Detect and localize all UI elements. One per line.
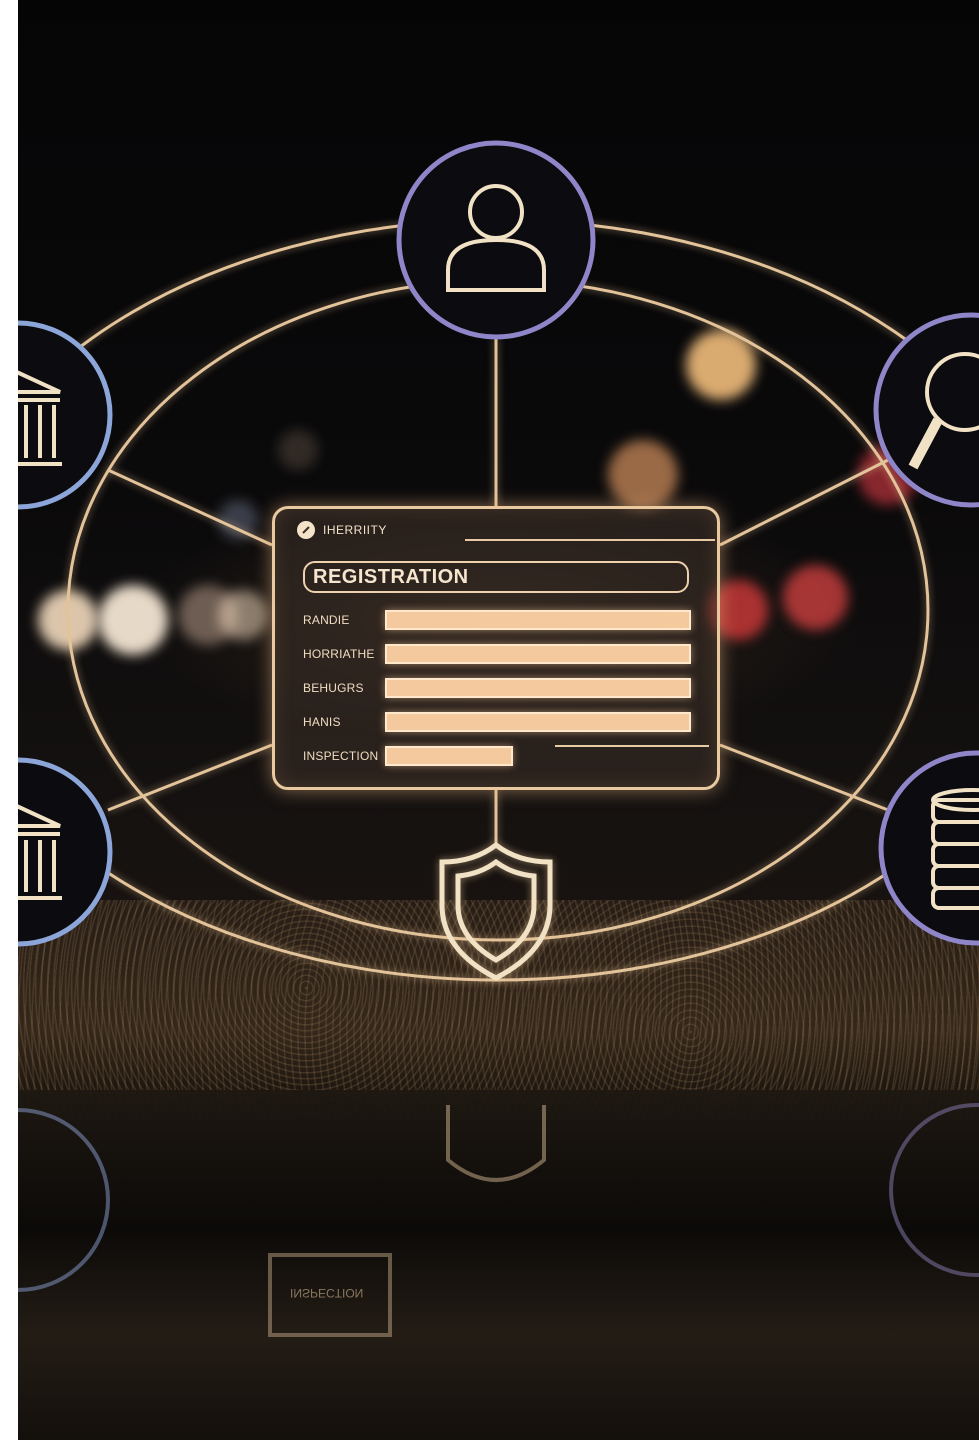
connector-left-bottom — [107, 743, 273, 812]
connector-left-top — [107, 468, 273, 547]
field-row[interactable]: RANDIE — [303, 609, 691, 631]
form-title: REGISTRATION — [303, 561, 689, 593]
field-divider — [555, 745, 709, 747]
field-input[interactable] — [385, 712, 691, 732]
shield-icon[interactable] — [439, 841, 553, 981]
connector-right-top — [719, 458, 889, 547]
panel-header-text: IHERRIITY — [323, 523, 387, 537]
reflections — [18, 1103, 979, 1337]
bank-node-bottom[interactable] — [18, 757, 113, 947]
user-node[interactable] — [396, 140, 596, 340]
field-row[interactable]: HANIS — [303, 711, 691, 733]
connector-right-bottom — [719, 743, 889, 812]
panel-header: IHERRIITY — [297, 519, 387, 541]
field-label: BEHUGRS — [303, 681, 364, 695]
field-input[interactable] — [385, 610, 691, 630]
field-label: RANDIE — [303, 613, 350, 627]
registration-panel: IHERRIITY REGISTRATION RANDIE HORRIATHE … — [272, 506, 720, 790]
field-row[interactable]: BEHUGRS — [303, 677, 691, 699]
header-divider — [465, 539, 715, 541]
field-label: HORRIATHE — [303, 647, 375, 661]
field-input[interactable] — [385, 644, 691, 664]
bank-node-top[interactable] — [18, 320, 113, 510]
field-row[interactable]: INSPECTION — [303, 745, 513, 767]
night-scene: INSPECTION IHERRIITY REGISTRATION RANDIE… — [18, 0, 979, 1440]
coins-node[interactable] — [878, 750, 979, 946]
field-input[interactable] — [385, 746, 513, 766]
field-label: HANIS — [303, 715, 341, 729]
field-input[interactable] — [385, 678, 691, 698]
logo-icon — [297, 521, 315, 539]
reflection-label: INSPECTION — [290, 1286, 364, 1300]
field-row[interactable]: HORRIATHE — [303, 643, 691, 665]
field-label: INSPECTION — [303, 749, 379, 763]
